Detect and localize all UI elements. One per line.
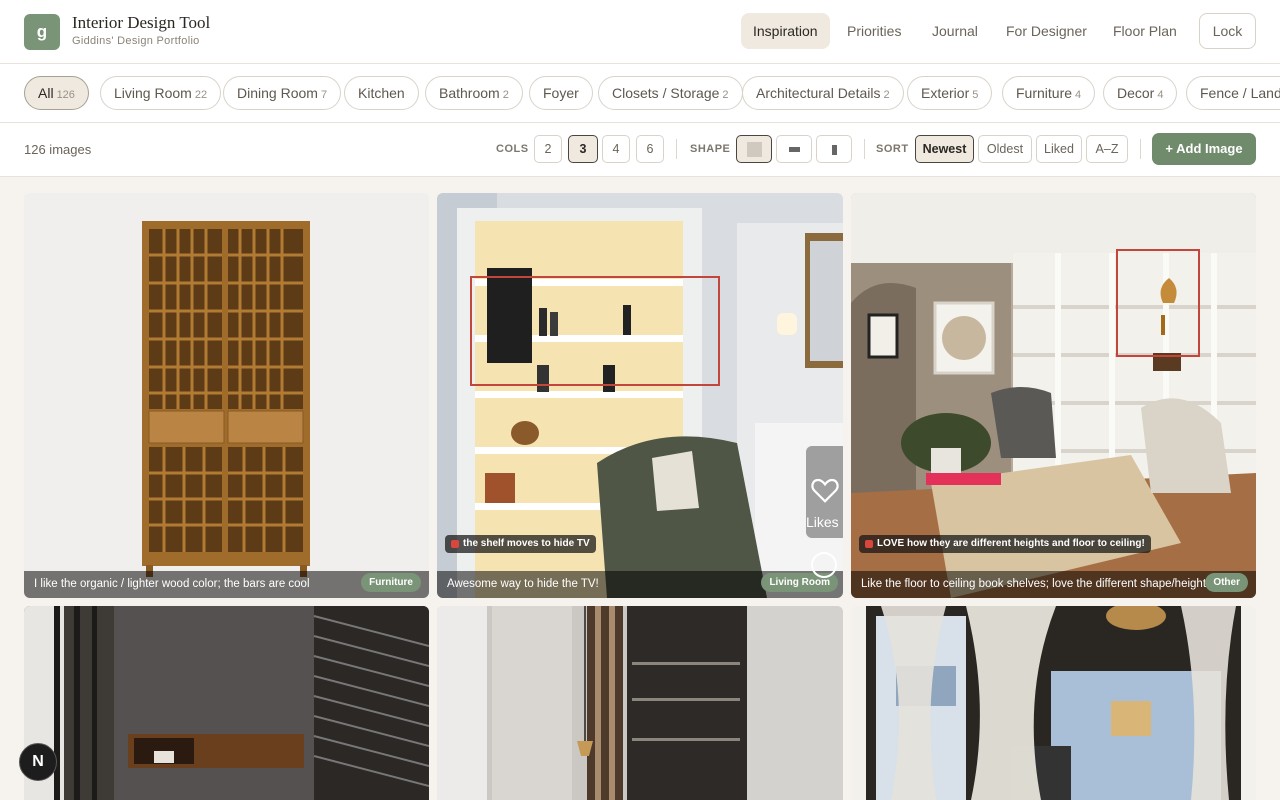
cols-6-button[interactable]: 6 — [636, 135, 664, 163]
category-chip-closets-storage[interactable]: Closets / Storage 2 — [598, 76, 743, 110]
nav-tab-floor-plan[interactable]: Floor Plan — [1101, 13, 1189, 49]
image-card-4[interactable] — [24, 606, 429, 800]
chip-count: 4 — [1157, 89, 1164, 101]
chip-count: 2 — [883, 89, 890, 101]
toolbar-divider — [1140, 139, 1141, 159]
shape-square-button[interactable] — [736, 135, 772, 163]
category-chip-furniture[interactable]: Furniture 4 — [1002, 76, 1096, 110]
chip-count: 4 — [1075, 89, 1082, 101]
card-category-tag[interactable]: Other — [1205, 573, 1248, 592]
chip-count: 22 — [194, 89, 208, 101]
image-card-6[interactable] — [851, 606, 1256, 800]
cols-3-button[interactable]: 3 — [568, 135, 598, 163]
chip-label: Fence / Landscape — [1200, 85, 1280, 101]
sort-label: SORT — [876, 143, 909, 155]
image-card-3[interactable]: LOVE how they are different heights and … — [851, 193, 1256, 598]
curtained-window-photo — [851, 606, 1256, 800]
chip-label: Foyer — [543, 85, 579, 101]
sort-newest-button[interactable]: Newest — [915, 135, 974, 163]
chip-label: All — [38, 85, 54, 101]
sort-az-button[interactable]: A–Z — [1086, 135, 1128, 163]
app-title: Interior Design Tool — [72, 13, 211, 32]
chip-count: 126 — [56, 89, 75, 101]
app-header: g Interior Design Tool Giddins' Design P… — [0, 0, 1280, 64]
comment-bubble-icon[interactable] — [811, 552, 837, 578]
category-chip-all[interactable]: All 126 — [24, 76, 89, 110]
chip-count: 2 — [722, 89, 729, 101]
dark-storage-photo — [24, 606, 429, 800]
chip-count: 2 — [502, 89, 509, 101]
square-shape-icon — [746, 142, 762, 158]
shape-portrait-button[interactable] — [816, 135, 852, 163]
nav-tab-journal[interactable]: Journal — [920, 13, 990, 49]
annotation-box[interactable] — [470, 276, 720, 386]
category-chip-foyer[interactable]: Foyer — [529, 76, 593, 110]
card-caption: Like the floor to ceiling book shelves; … — [851, 571, 1256, 598]
annotation-note[interactable]: the shelf moves to hide TV — [445, 535, 596, 553]
annotation-box[interactable] — [1116, 249, 1200, 357]
cols-4-button[interactable]: 4 — [602, 135, 630, 163]
app-subtitle: Giddins' Design Portfolio — [72, 35, 200, 47]
category-chip-architectural-details[interactable]: Architectural Details 2 — [742, 76, 904, 110]
category-chip-fence-landscape[interactable]: Fence / Landscape — [1186, 76, 1280, 110]
chip-label: Dining Room — [237, 85, 318, 101]
chip-label: Decor — [1117, 85, 1155, 101]
category-chip-bathroom[interactable]: Bathroom 2 — [425, 76, 523, 110]
card-category-tag[interactable]: Furniture — [361, 573, 421, 592]
chip-label: Exterior — [921, 85, 970, 101]
lock-button[interactable]: Lock — [1199, 13, 1256, 49]
category-chip-decor[interactable]: Decor 4 — [1103, 76, 1178, 110]
next-devtools-badge[interactable]: N — [19, 743, 57, 781]
category-chip-dining-room[interactable]: Dining Room 7 — [223, 76, 342, 110]
category-chip-exterior[interactable]: Exterior 5 — [907, 76, 993, 110]
toolbar-divider — [676, 139, 677, 159]
shape-label: SHAPE — [690, 143, 731, 155]
chip-label: Bathroom — [439, 85, 500, 101]
chip-label: Living Room — [114, 85, 192, 101]
likes-label: Likes — [806, 514, 839, 530]
landscape-shape-icon — [788, 147, 800, 153]
nav-tab-inspiration[interactable]: Inspiration — [741, 13, 830, 49]
annotation-note[interactable]: LOVE how they are different heights and … — [859, 535, 1151, 553]
category-chip-kitchen[interactable]: Kitchen — [344, 76, 419, 110]
cols-label: COLS — [496, 143, 529, 155]
chip-label: Architectural Details — [756, 85, 881, 101]
nav-tab-priorities[interactable]: Priorities — [835, 13, 913, 49]
image-card-5[interactable] — [437, 606, 843, 800]
heart-icon[interactable] — [810, 476, 840, 504]
sort-liked-button[interactable]: Liked — [1036, 135, 1082, 163]
sort-oldest-button[interactable]: Oldest — [978, 135, 1032, 163]
cols-2-button[interactable]: 2 — [534, 135, 562, 163]
shape-landscape-button[interactable] — [776, 135, 812, 163]
portrait-shape-icon — [831, 144, 837, 155]
image-count: 126 images — [24, 142, 92, 157]
category-filter-bar: All 126 Living Room 22 Dining Room 7 Kitche… — [0, 64, 1280, 123]
cabinet-photo — [24, 193, 429, 598]
chip-count: 7 — [320, 89, 328, 101]
slatted-wall-photo — [437, 606, 843, 800]
app-logo[interactable]: g — [24, 14, 60, 50]
toolbar-divider — [864, 139, 865, 159]
add-image-button[interactable]: + Add Image — [1152, 133, 1256, 165]
image-card-2[interactable]: the shelf moves to hide TV Awesome way t… — [437, 193, 843, 598]
chip-label: Kitchen — [358, 85, 405, 101]
nav-tab-for-designer[interactable]: For Designer — [994, 13, 1099, 49]
chip-count: 5 — [972, 89, 979, 101]
chip-label: Closets / Storage — [612, 85, 720, 101]
chip-label: Furniture — [1016, 85, 1073, 101]
category-chip-living-room[interactable]: Living Room 22 — [100, 76, 222, 110]
gallery-toolbar: 126 images COLS 2 3 4 6 SHAPE SORT Newes… — [0, 123, 1280, 177]
image-card-1[interactable]: I like the organic / lighter wood color;… — [24, 193, 429, 598]
